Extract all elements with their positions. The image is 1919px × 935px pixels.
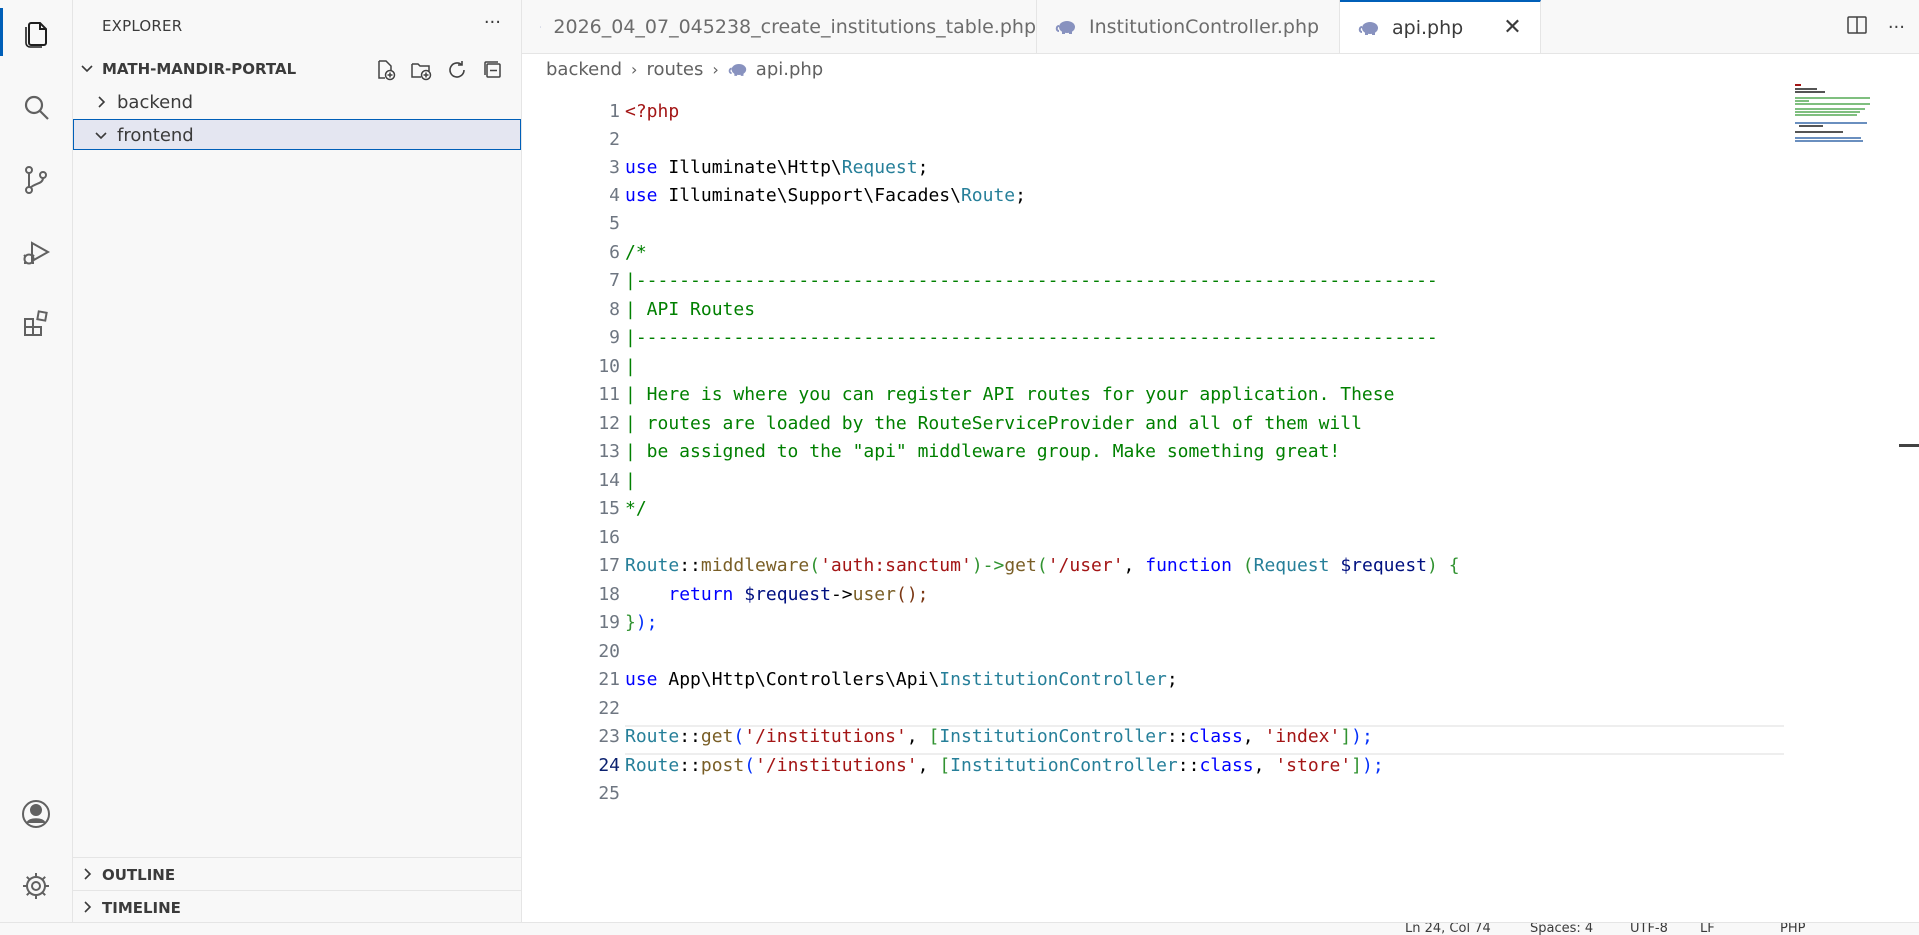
outline-section[interactable]: OUTLINE xyxy=(73,857,521,890)
editor-tab-bar: 2026_04_07_045238_create_institutions_ta… xyxy=(522,0,1919,54)
code-line: 1<?php xyxy=(522,84,1919,98)
code-line: 2 xyxy=(522,98,1919,126)
php-elephant-icon xyxy=(1055,20,1077,34)
tree-item-backend[interactable]: backend xyxy=(73,86,521,117)
code-line: 17Route::middleware('auth:sanctum')->get… xyxy=(522,524,1919,552)
chevron-down-icon xyxy=(93,127,109,143)
collapse-all-icon[interactable] xyxy=(480,57,505,82)
breadcrumb-separator: › xyxy=(631,60,637,79)
tab-label: InstitutionController.php xyxy=(1089,16,1319,38)
indentation[interactable]: Spaces: 4 xyxy=(1530,922,1593,935)
code-line: 4use Illuminate\Support\Facades\Route; xyxy=(522,154,1919,182)
code-line: 5 xyxy=(522,182,1919,210)
end-of-line[interactable]: LF xyxy=(1700,922,1715,935)
outline-label: OUTLINE xyxy=(102,866,175,884)
manage-gear-icon[interactable] xyxy=(0,862,72,910)
code-line: 24Route::post('/institutions', [Institut… xyxy=(522,724,1919,752)
code-line: 9|--------------------------------------… xyxy=(522,296,1919,324)
code-line: 12| routes are loaded by the RouteServic… xyxy=(522,382,1919,410)
tree-item-frontend[interactable]: frontend xyxy=(73,119,521,150)
code-line: 13| be assigned to the "api" middleware … xyxy=(522,410,1919,438)
status-bar: Ln 24, Col 74 Spaces: 4 UTF-8 LF PHP xyxy=(0,922,1919,935)
code-line: 7|--------------------------------------… xyxy=(522,239,1919,267)
code-line: 22 xyxy=(522,667,1919,695)
code-line: 23Route::get('/institutions', [Instituti… xyxy=(522,695,1919,723)
code-line: 19}); xyxy=(522,581,1919,609)
workspace-folder-name: MATH-MANDIR-PORTAL xyxy=(102,60,296,78)
code-line: 8| API Routes xyxy=(522,268,1919,296)
php-elephant-icon xyxy=(1358,21,1380,35)
extensions-icon[interactable] xyxy=(0,300,72,348)
run-debug-icon[interactable] xyxy=(0,229,72,277)
code-line: 11| Here is where you can register API r… xyxy=(522,353,1919,381)
explorer-icon[interactable] xyxy=(0,9,72,57)
tab-migration[interactable]: 2026_04_07_045238_create_institutions_ta… xyxy=(522,0,1037,53)
code-line: 6/* xyxy=(522,211,1919,239)
code-line: 25 xyxy=(522,752,1919,780)
encoding[interactable]: UTF-8 xyxy=(1630,922,1668,935)
chevron-down-icon xyxy=(79,60,95,76)
scrollbar-position-marker xyxy=(1899,444,1919,447)
folder-actions xyxy=(372,57,505,82)
new-file-icon[interactable] xyxy=(372,57,397,82)
refresh-icon[interactable] xyxy=(444,57,469,82)
code-line: 16 xyxy=(522,496,1919,524)
close-icon[interactable]: ✕ xyxy=(1503,15,1521,40)
split-editor-icon[interactable] xyxy=(1846,14,1868,40)
code-line: 14| xyxy=(522,439,1919,467)
new-folder-icon[interactable] xyxy=(408,57,433,82)
search-icon[interactable] xyxy=(0,84,72,132)
code-line: 3use Illuminate\Http\Request; xyxy=(522,126,1919,154)
php-elephant-icon xyxy=(728,63,748,76)
breadcrumb-separator: › xyxy=(712,60,718,79)
editor-actions: ··· xyxy=(1846,14,1905,40)
minimap[interactable] xyxy=(1795,84,1875,144)
tab-api-php[interactable]: api.php ✕ xyxy=(1340,0,1541,53)
code-editor[interactable]: 1<?php 2 3use Illuminate\Http\Request; 4… xyxy=(522,84,1919,922)
more-actions-icon[interactable]: ··· xyxy=(1888,17,1905,38)
breadcrumb-file[interactable]: api.php xyxy=(756,59,823,80)
account-icon[interactable] xyxy=(0,790,72,838)
explorer-sidebar: EXPLORER ··· MATH-MANDIR-PORTAL backend … xyxy=(73,0,522,922)
chevron-right-icon xyxy=(79,899,95,915)
explorer-header: EXPLORER xyxy=(102,17,182,35)
workspace-folder-header[interactable]: MATH-MANDIR-PORTAL xyxy=(73,54,521,84)
php-elephant-icon xyxy=(540,20,541,34)
code-line: 18 return $request->user(); xyxy=(522,553,1919,581)
language-mode[interactable]: PHP xyxy=(1780,922,1805,935)
timeline-label: TIMELINE xyxy=(102,899,181,917)
timeline-section[interactable]: TIMELINE xyxy=(73,890,521,923)
tab-label: api.php xyxy=(1392,17,1463,39)
tree-item-label: backend xyxy=(117,92,193,113)
tab-label: 2026_04_07_045238_create_institutions_ta… xyxy=(553,16,1036,38)
breadcrumb: backend › routes › api.php xyxy=(546,57,823,81)
breadcrumb-routes[interactable]: routes xyxy=(646,59,703,80)
breadcrumb-backend[interactable]: backend xyxy=(546,59,622,80)
activity-bar xyxy=(0,0,73,922)
more-actions-icon[interactable]: ··· xyxy=(484,12,501,33)
tree-item-label: frontend xyxy=(117,125,194,146)
tab-institution-controller[interactable]: InstitutionController.php xyxy=(1037,0,1340,53)
source-control-icon[interactable] xyxy=(0,156,72,204)
chevron-right-icon xyxy=(93,94,109,110)
cursor-position[interactable]: Ln 24, Col 74 xyxy=(1405,922,1491,935)
code-line: 15*/ xyxy=(522,467,1919,495)
code-line: 20 xyxy=(522,610,1919,638)
code-line: 10| xyxy=(522,325,1919,353)
chevron-right-icon xyxy=(79,866,95,882)
code-line: 21use App\Http\Controllers\Api\Instituti… xyxy=(522,638,1919,666)
